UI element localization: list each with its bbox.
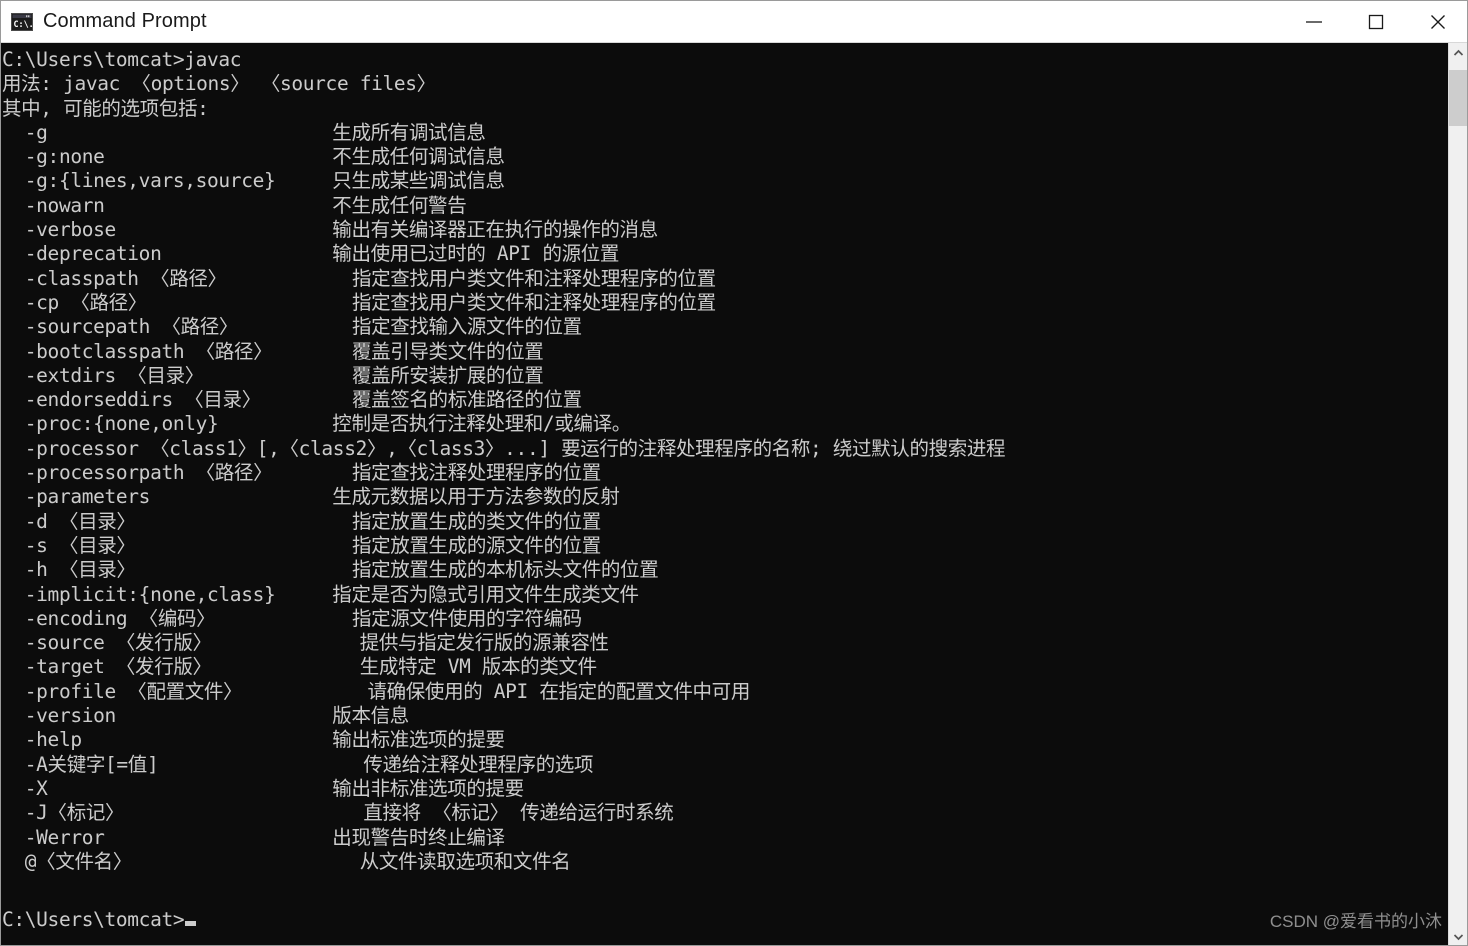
scrollbar-track[interactable]	[1449, 62, 1467, 927]
close-button[interactable]	[1407, 1, 1467, 43]
chevron-down-icon	[1453, 933, 1463, 940]
block-cursor	[185, 921, 197, 926]
scrollbar-down-button[interactable]	[1449, 927, 1467, 945]
console-text: C:\Users\tomcat>javac 用法: javac 〈options…	[2, 48, 1006, 873]
window-title: Command Prompt	[43, 10, 207, 32]
command-prompt-window: C:\. Command Prompt C:\Users\tomcat>java…	[0, 0, 1468, 946]
maximize-button[interactable]	[1345, 1, 1407, 43]
chevron-up-icon	[1453, 49, 1463, 56]
prompt-path: C:\Users\tomcat>	[2, 908, 185, 931]
csdn-watermark: CSDN @爱看书的小沐	[1269, 912, 1442, 931]
minimize-button[interactable]	[1283, 1, 1345, 43]
scrollbar-thumb[interactable]	[1449, 70, 1467, 126]
close-icon	[1431, 14, 1445, 29]
console-output-area[interactable]: C:\Users\tomcat>javac 用法: javac 〈options…	[1, 43, 1450, 945]
console-prompt-line: C:\Users\tomcat>	[2, 908, 197, 932]
title-bar[interactable]: C:\. Command Prompt	[1, 0, 1467, 43]
svg-text:C:\.: C:\.	[14, 19, 34, 29]
scrollbar-up-button[interactable]	[1449, 43, 1467, 62]
minimize-icon	[1306, 20, 1322, 23]
maximize-icon	[1368, 14, 1384, 29]
vertical-scrollbar[interactable]	[1448, 43, 1467, 945]
console-icon: C:\.	[11, 12, 34, 31]
